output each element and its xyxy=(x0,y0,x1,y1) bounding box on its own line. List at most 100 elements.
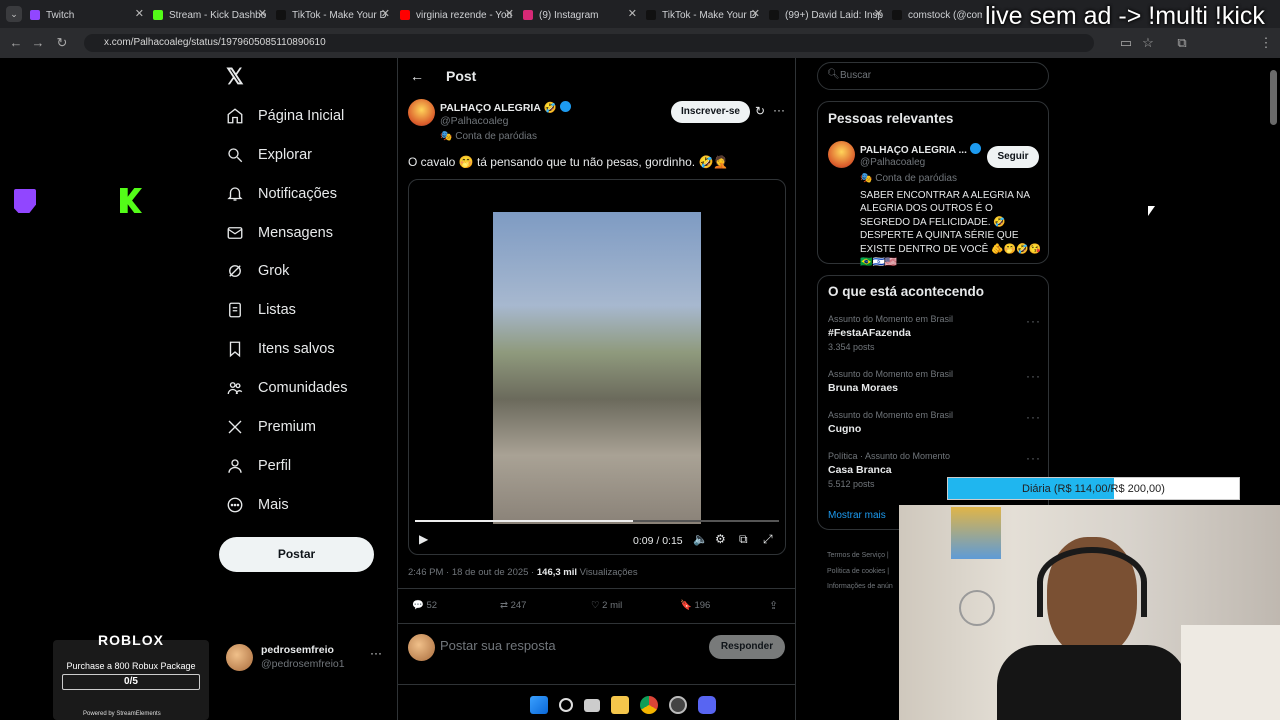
footer-ads[interactable]: Informações de anún xyxy=(827,579,893,595)
nav-item-mensagens[interactable]: Mensagens xyxy=(226,219,333,247)
discord-icon[interactable] xyxy=(698,696,716,714)
search-icon[interactable] xyxy=(559,698,573,712)
browser-tab[interactable]: virginia rezende - You ✕ xyxy=(400,4,520,26)
trend-item[interactable]: Assunto do Momento em Brasil Bruna Moraes… xyxy=(828,369,1043,394)
trend-item[interactable]: Assunto do Momento em Brasil #FestaAFazen… xyxy=(828,314,1043,352)
reply-action[interactable]: 💬 52 xyxy=(412,600,437,611)
nav-label: Página Inicial xyxy=(258,108,345,124)
back-arrow-icon[interactable]: ← xyxy=(410,68,424,84)
tab-close-icon[interactable]: ✕ xyxy=(505,7,514,20)
back-icon[interactable]: ← xyxy=(8,35,24,50)
extensions-icon[interactable]: ⧉ xyxy=(1174,35,1190,51)
parody-label: 🎭 Conta de paródias xyxy=(440,131,537,142)
post-timestamp[interactable]: 2:46 PM · 18 de out de 2025 · xyxy=(408,567,534,578)
post-button[interactable]: Postar xyxy=(219,537,374,572)
trend-more-icon[interactable]: ··· xyxy=(1026,369,1041,383)
cast-icon[interactable]: ▭ xyxy=(1118,35,1134,51)
nav-item-grok[interactable]: Grok xyxy=(226,257,289,285)
reply-input[interactable]: Postar sua resposta xyxy=(440,638,690,658)
browser-tab[interactable]: TikTok - Make Your D ✕ xyxy=(276,4,396,26)
nav-item-itens-salvos[interactable]: Itens salvos xyxy=(226,335,335,363)
search-box[interactable]: 🔍︎ Buscar xyxy=(817,62,1049,90)
nav-item-listas[interactable]: Listas xyxy=(226,296,296,324)
author-handle[interactable]: @Palhacoaleg xyxy=(440,115,508,127)
nav-item-notifica-es[interactable]: Notificações xyxy=(226,180,337,208)
url-field[interactable]: x.com/Palhacoaleg/status/197960508511089… xyxy=(84,34,1094,52)
fullscreen-icon[interactable]: ⤢ xyxy=(763,532,773,547)
chrome-icon[interactable] xyxy=(640,696,658,714)
tab-close-icon[interactable]: ✕ xyxy=(874,7,883,20)
post-more-icon[interactable]: ··· xyxy=(773,103,785,117)
footer-cookies[interactable]: Política de cookies | xyxy=(827,564,893,580)
avatar xyxy=(226,644,253,671)
relevant-name[interactable]: PALHAÇO ALEGRIA ... xyxy=(860,143,981,156)
relevant-bio: SABER ENCONTRAR A ALEGRIA NA ALEGRIA DOS… xyxy=(860,190,1041,269)
tab-close-icon[interactable]: ✕ xyxy=(751,7,760,20)
nav-item-p-gina-inicial[interactable]: Página Inicial xyxy=(226,102,344,130)
tab-title: comstock (@comsto xyxy=(908,9,982,21)
trend-item[interactable]: Assunto do Momento em Brasil Cugno ··· xyxy=(828,410,1043,435)
tab-favicon-icon xyxy=(646,10,656,20)
repost-action[interactable]: ⇄ 247 xyxy=(500,600,526,611)
nav-item-mais[interactable]: Mais xyxy=(226,491,289,519)
x-logo-icon[interactable]: 𝕏 xyxy=(226,64,244,90)
tab-close-icon[interactable]: ✕ xyxy=(258,7,267,20)
nav-label: Listas xyxy=(258,302,296,318)
roblox-widget: ROBLOX Purchase a 800 Robux Package 0/5 … xyxy=(53,632,209,720)
author-avatar[interactable] xyxy=(408,99,435,126)
tab-title: (99+) David Laid: Insp xyxy=(785,9,884,21)
account-more-icon[interactable]: ··· xyxy=(370,646,382,660)
browser-tab[interactable]: (99+) David Laid: Insp ✕ xyxy=(769,4,889,26)
avatar[interactable] xyxy=(828,141,855,168)
nav-item-premium[interactable]: Premium xyxy=(226,413,316,441)
settings-icon[interactable]: ⚙ xyxy=(715,532,726,546)
nav-item-explorar[interactable]: Explorar xyxy=(226,141,312,169)
bookmark-action[interactable]: 🔖 196 xyxy=(680,600,710,611)
browser-tab[interactable]: (9) Instagram ✕ xyxy=(523,4,643,26)
author-name[interactable]: PALHAÇO ALEGRIA 🤣 xyxy=(440,101,571,114)
footer-terms[interactable]: Termos de Serviço | xyxy=(827,548,893,564)
account-switcher[interactable]: pedrosemfreio @pedrosemfreio1 ··· xyxy=(226,642,386,674)
list-icon xyxy=(229,302,241,318)
nav-label: Explorar xyxy=(258,147,312,163)
subscribe-button[interactable]: Inscrever-se xyxy=(671,101,750,123)
trend-more-icon[interactable]: ··· xyxy=(1026,410,1041,424)
browser-tab[interactable]: Stream - Kick Dashbo ✕ xyxy=(153,4,273,26)
file-explorer-icon[interactable] xyxy=(611,696,629,714)
tab-close-icon[interactable]: ✕ xyxy=(381,7,390,20)
reload-icon[interactable]: ↻ xyxy=(54,35,70,51)
share-icon[interactable]: ⇪ xyxy=(769,599,778,612)
obs-icon[interactable] xyxy=(669,696,687,714)
goal-bar-label: Diária (R$ 114,00/R$ 200,00) xyxy=(1022,483,1165,495)
views-count: 146,3 mil xyxy=(536,567,578,578)
tab-close-icon[interactable]: ✕ xyxy=(135,7,144,20)
pip-icon[interactable]: ⧉ xyxy=(739,532,748,547)
volume-icon[interactable]: 🔈 xyxy=(693,532,708,546)
trend-more-icon[interactable]: ··· xyxy=(1026,314,1041,328)
forward-icon[interactable]: → xyxy=(30,35,46,50)
task-view-icon[interactable] xyxy=(584,698,600,712)
browser-tab[interactable]: comstock (@comsto xyxy=(892,4,982,26)
star-icon[interactable]: ☆ xyxy=(1140,35,1156,51)
play-icon[interactable]: ▶ xyxy=(419,532,428,546)
reply-button[interactable]: Responder xyxy=(709,635,785,659)
tab-search-button[interactable]: ⌄ xyxy=(6,6,22,22)
menu-icon[interactable]: ⋮ xyxy=(1258,35,1274,51)
video-player[interactable]: ▶ 0:09 / 0:15 🔈 ⚙ ⧉ ⤢ xyxy=(408,179,786,555)
like-action[interactable]: ♡ 2 mil xyxy=(591,600,622,611)
tab-close-icon[interactable]: ✕ xyxy=(628,7,637,20)
windows-start-icon[interactable] xyxy=(530,696,548,714)
browser-tab[interactable]: Twitch ✕ xyxy=(30,4,150,26)
search-input[interactable]: Buscar xyxy=(840,70,871,81)
goal-bar: Diária (R$ 114,00/R$ 200,00) xyxy=(947,477,1240,500)
nav-item-comunidades[interactable]: Comunidades xyxy=(226,374,347,402)
page-scrollbar[interactable] xyxy=(1270,70,1277,125)
follow-button[interactable]: Seguir xyxy=(987,146,1039,168)
trend-more-icon[interactable]: ··· xyxy=(1026,451,1041,465)
mask-icon: 🎭 xyxy=(440,131,453,142)
nav-item-perfil[interactable]: Perfil xyxy=(226,452,291,480)
grok-action-icon[interactable]: ↻ xyxy=(755,104,765,118)
browser-tab[interactable]: TikTok - Make Your D ✕ xyxy=(646,4,766,26)
show-more-link[interactable]: Mostrar mais xyxy=(828,510,886,521)
tab-favicon-icon xyxy=(400,10,410,20)
